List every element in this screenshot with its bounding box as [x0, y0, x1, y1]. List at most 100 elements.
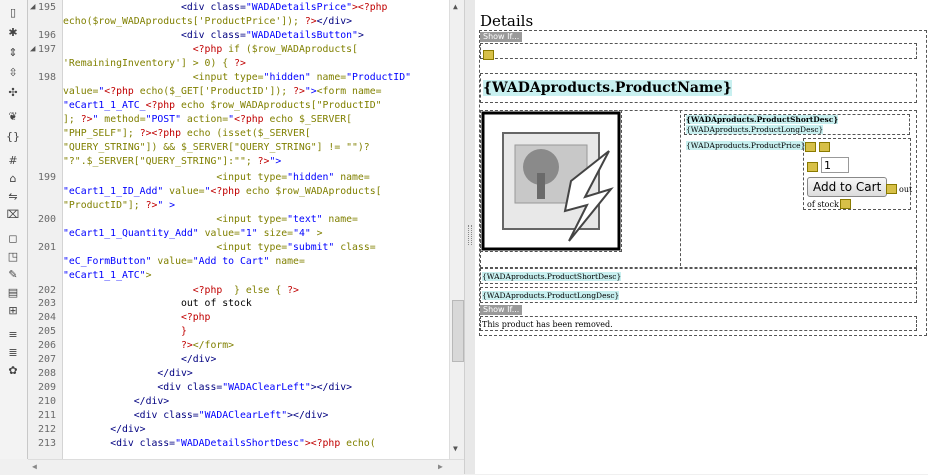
code-token: </div>: [316, 16, 353, 27]
code-line[interactable]: "PHP_SELF"]; ?><?php echo (isset($_SERVE…: [63, 128, 311, 140]
recent-snippets-icon[interactable]: ▤: [5, 286, 21, 300]
product-name-row[interactable]: {WADAproducts.ProductName}: [480, 73, 917, 103]
removed-region[interactable]: This product has been removed.: [480, 316, 917, 331]
scroll-right-icon[interactable]: ▶: [438, 462, 443, 471]
expand-all-icon[interactable]: ✣: [5, 86, 21, 100]
show-code-navigator-icon[interactable]: ✱: [5, 26, 21, 40]
code-line[interactable]: echo($row_WADAproducts['ProductPrice']);…: [63, 16, 352, 28]
code-line[interactable]: <?php if ($row_WADAproducts[: [63, 44, 358, 56]
code-line[interactable]: "?".$_SERVER["QUERY_STRING"]:""; ?>">: [63, 156, 281, 168]
code-token: "WADAClearLeft": [198, 410, 288, 421]
long-desc-binding[interactable]: {WADAproducts.ProductLongDesc}: [686, 125, 824, 134]
php-icon[interactable]: [840, 199, 851, 209]
code-line[interactable]: <div class="WADAClearLeft"></div>: [63, 382, 352, 394]
collapse-arrow-icon[interactable]: ◢: [30, 44, 35, 54]
open-documents-icon[interactable]: ▯: [5, 6, 21, 20]
code-line[interactable]: ]; ?>" method="POST" action="<?php echo …: [63, 114, 352, 126]
code-line[interactable]: <div class="WADADetailsShortDesc"><?php …: [63, 438, 375, 450]
php-icon[interactable]: [819, 142, 830, 152]
php-icon[interactable]: [483, 49, 494, 60]
indent-code-icon[interactable]: ≡: [5, 328, 21, 342]
move-css-icon[interactable]: ⊞: [5, 304, 21, 318]
code-token: "PHP_SELF"];: [63, 128, 140, 139]
code-line[interactable]: </div>: [63, 354, 216, 366]
line-number: 198: [37, 72, 56, 83]
code-token: value=: [198, 228, 240, 239]
code-line[interactable]: out of stock: [63, 298, 252, 310]
collapse-arrow-icon[interactable]: ◢: [30, 2, 35, 12]
code-line[interactable]: "eCart1_1_ATC">: [63, 270, 151, 282]
code-line[interactable]: <input type="text" name=: [63, 214, 358, 226]
scroll-up-icon[interactable]: ▲: [453, 2, 458, 11]
long-desc-row[interactable]: {WADAproducts.ProductLongDesc}: [480, 287, 917, 303]
code-line[interactable]: }: [63, 326, 187, 338]
code-line[interactable]: 'RemainingInventory'] > 0) { ?>: [63, 58, 246, 70]
format-source-code-icon[interactable]: ✿: [5, 364, 21, 378]
code-line[interactable]: "eCart1_1_ATC_<?php echo $row_WADAproduc…: [63, 100, 382, 112]
outdent-code-icon[interactable]: ≣: [5, 346, 21, 360]
code-line[interactable]: <div class="WADAClearLeft"></div>: [63, 410, 329, 422]
code-token: <input type=: [192, 72, 264, 83]
show-if-label[interactable]: Show If...: [480, 305, 523, 315]
scroll-down-icon[interactable]: ▼: [453, 444, 458, 453]
code-line[interactable]: "QUERY_STRING"]) && $_SERVER["QUERY_STRI…: [63, 142, 370, 154]
code-line[interactable]: </div>: [63, 424, 145, 436]
code-token: name=: [310, 72, 347, 83]
design-view[interactable]: Details Show If... {WADAproducts.Product…: [475, 0, 928, 474]
code-vertical-scrollbar[interactable]: ▲ ▼: [449, 0, 465, 459]
code-token: ?>: [293, 86, 305, 97]
php-icon[interactable]: [886, 184, 897, 194]
code-line[interactable]: "eCart1_1_ID_Add" value="<?php echo $row…: [63, 186, 382, 198]
code-line[interactable]: ?></form>: [63, 340, 234, 352]
line-numbers-icon[interactable]: #: [5, 154, 21, 168]
wrap-tag-icon[interactable]: ✎: [5, 268, 21, 282]
collapse-selection-icon[interactable]: ⇳: [5, 66, 21, 80]
code-line[interactable]: "eCart1_1_Quantity_Add" value="1" size="…: [63, 228, 323, 240]
remove-comment-icon[interactable]: ◳: [5, 250, 21, 264]
code-token: "eCart1_1_ATC_: [63, 100, 146, 111]
code-line[interactable]: <input type="hidden" name="ProductID": [63, 72, 411, 84]
collapse-full-tag-icon[interactable]: ⇕: [5, 46, 21, 60]
select-parent-tag-icon[interactable]: ❦: [5, 110, 21, 124]
quantity-input[interactable]: [821, 157, 849, 173]
code-editor[interactable]: <div class="WADADetailsPrice"><?php echo(…: [63, 0, 449, 459]
syntax-coloring-icon[interactable]: ⇋: [5, 190, 21, 204]
product-image-cell[interactable]: [480, 110, 622, 252]
code-horizontal-scrollbar[interactable]: ◀ ▶: [28, 459, 464, 475]
long-desc-binding[interactable]: {WADAproducts.ProductLongDesc}: [482, 291, 620, 300]
product-info-cell[interactable]: {WADAproducts.ProductShortDesc} {WADApro…: [680, 110, 918, 266]
show-if-region[interactable]: [480, 43, 917, 60]
short-desc-row[interactable]: {WADAproducts.ProductShortDesc}: [480, 268, 917, 284]
show-if-label[interactable]: Show If...: [480, 32, 523, 42]
code-line[interactable]: <input type="submit" class=: [63, 242, 375, 254]
short-desc-binding[interactable]: {WADAproducts.ProductShortDesc}: [482, 272, 622, 281]
code-line[interactable]: <div class="WADADetailsPrice"><?php: [63, 2, 387, 14]
code-line[interactable]: "eC_FormButton" value="Add to Cart" name…: [63, 256, 305, 268]
scrollbar-thumb[interactable]: [452, 300, 464, 362]
code-line[interactable]: <div class="WADADetailsButton">: [63, 30, 364, 42]
code-line[interactable]: </div>: [63, 368, 192, 380]
code-line[interactable]: </div>: [63, 396, 169, 408]
balance-braces-icon[interactable]: {}: [5, 130, 21, 144]
code-line[interactable]: <?php: [63, 312, 211, 324]
auto-indent-icon[interactable]: ⌧: [5, 208, 21, 222]
splitter-grip[interactable]: [468, 225, 472, 245]
code-line[interactable]: value="<?php echo($_GET['ProductID']); ?…: [63, 86, 382, 98]
price-binding[interactable]: {WADAproducts.ProductPrice}: [686, 141, 806, 150]
product-name-binding[interactable]: {WADAproducts.ProductName}: [483, 80, 732, 96]
code-line[interactable]: <input type="hidden" name=: [63, 172, 369, 184]
short-desc-binding[interactable]: {WADAproducts.ProductShortDesc}: [686, 115, 839, 124]
code-line[interactable]: <?php } else { ?>: [63, 285, 299, 297]
code-token: out of stock: [63, 298, 252, 309]
php-icon[interactable]: [805, 142, 816, 152]
add-to-cart-button[interactable]: Add to Cart: [807, 177, 888, 197]
broken-image-icon[interactable]: [481, 111, 621, 251]
apply-comment-icon[interactable]: ◻: [5, 232, 21, 246]
highlight-invalid-code-icon[interactable]: ⌂: [5, 172, 21, 186]
scroll-left-icon[interactable]: ◀: [32, 462, 37, 471]
php-icon[interactable]: [807, 162, 818, 172]
code-line[interactable]: "ProductID"]; ?>" >: [63, 200, 175, 212]
